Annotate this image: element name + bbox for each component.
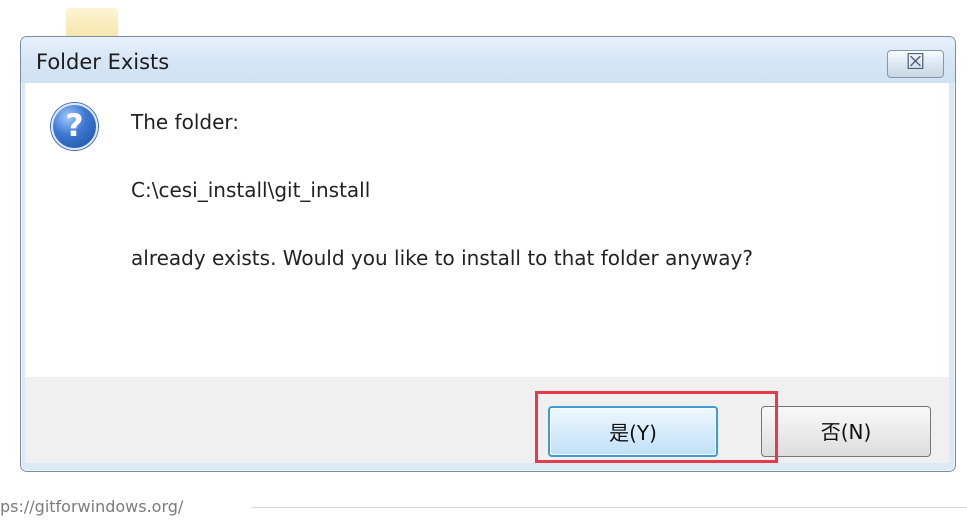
- dialog-title: Folder Exists: [36, 50, 170, 74]
- message-line-2: C:\cesi_install\git_install: [131, 178, 371, 202]
- background-divider: [252, 507, 967, 508]
- close-button[interactable]: ☒: [887, 50, 944, 78]
- message-line-3: already exists. Would you like to instal…: [131, 246, 753, 270]
- annotation-highlight: [535, 391, 778, 463]
- question-icon: ?: [51, 103, 98, 150]
- dialog-titlebar: Folder Exists ☒: [21, 37, 955, 83]
- screen: Folder Exists ☒ ? The folder: C:\cesi_in…: [0, 0, 967, 521]
- background-url-text: ps://gitforwindows.org/: [0, 497, 184, 516]
- no-button[interactable]: 否(N): [761, 406, 931, 457]
- close-icon: ☒: [905, 50, 926, 75]
- message-line-1: The folder:: [131, 110, 239, 134]
